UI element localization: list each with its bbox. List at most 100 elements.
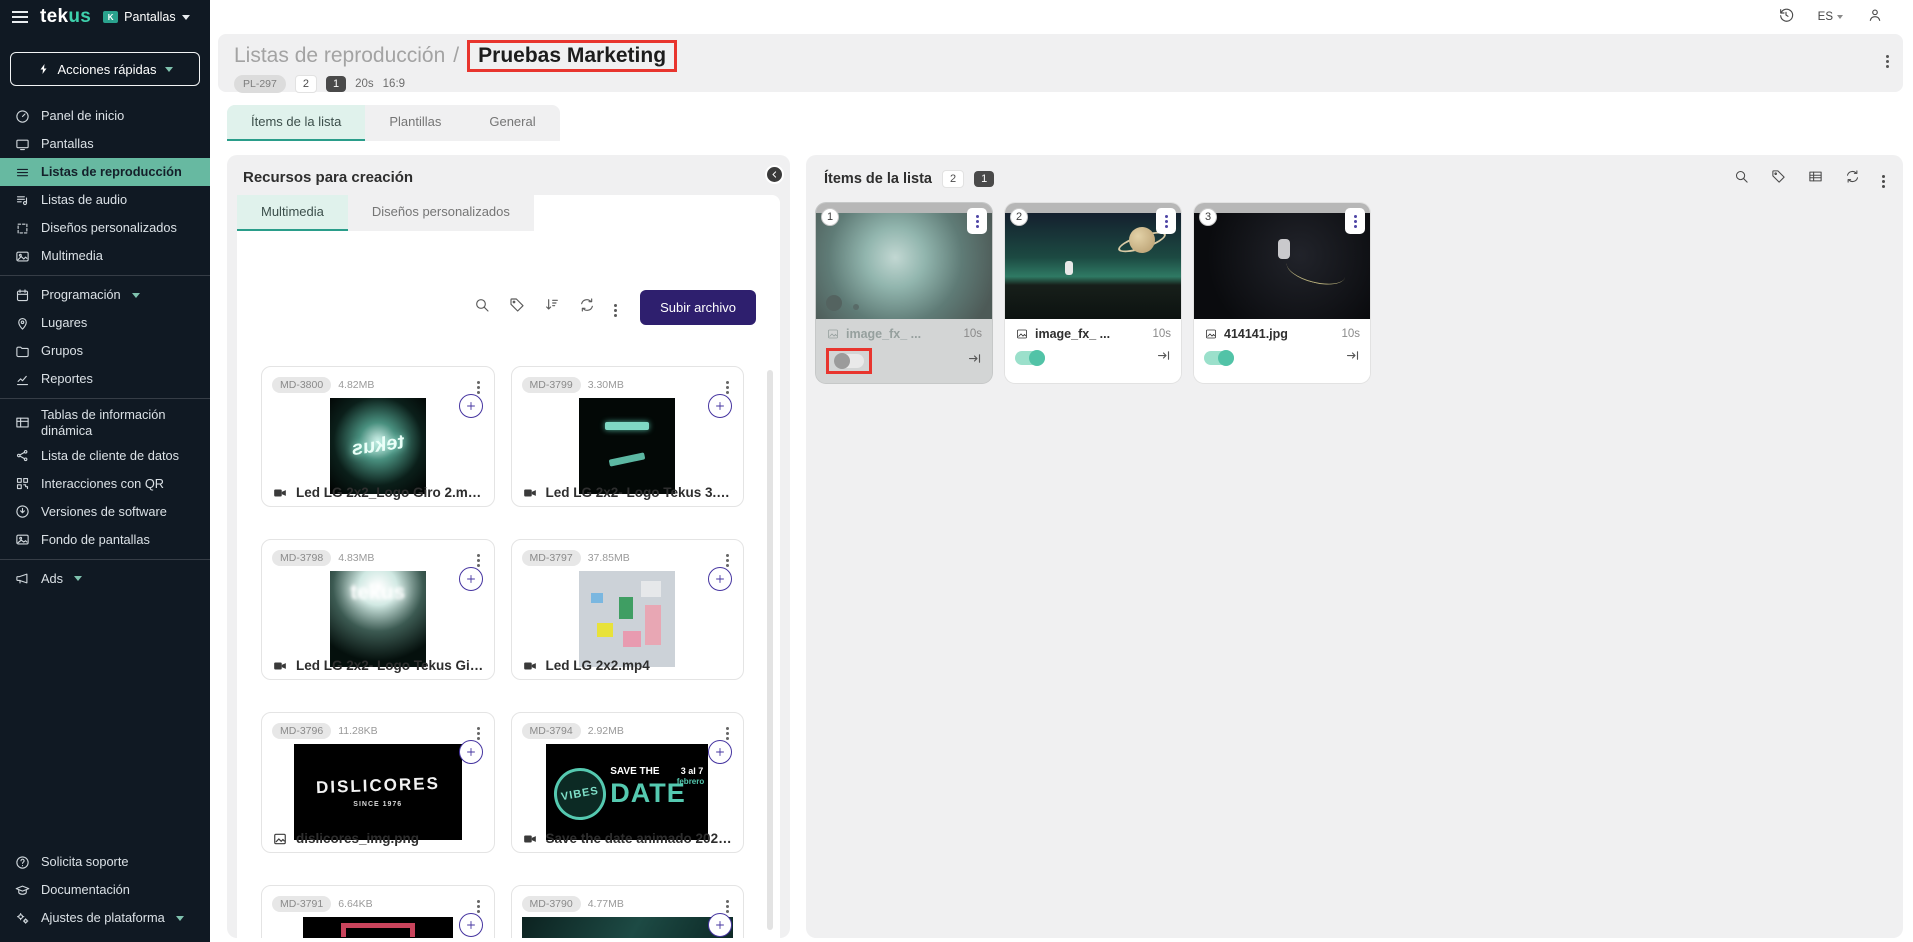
quick-actions-button[interactable]: Acciones rápidas bbox=[10, 52, 200, 86]
tab-disenos-personalizados[interactable]: Diseños personalizados bbox=[348, 195, 534, 231]
table-view-icon[interactable] bbox=[1808, 169, 1823, 189]
kebab-icon[interactable] bbox=[473, 374, 484, 396]
enable-toggle[interactable] bbox=[1204, 351, 1234, 365]
sidebar-item-interacciones-qr[interactable]: Interacciones con QR bbox=[0, 470, 210, 498]
kebab-icon[interactable] bbox=[722, 547, 733, 569]
media-id-badge: MD-3797 bbox=[522, 550, 581, 566]
search-icon[interactable] bbox=[474, 297, 490, 318]
kebab-icon[interactable] bbox=[967, 208, 987, 234]
sort-icon[interactable] bbox=[544, 297, 560, 318]
kebab-icon[interactable] bbox=[722, 374, 733, 396]
active-items-badge: 1 bbox=[974, 171, 994, 187]
playlist-panel-header: Ítems de la lista 2 1 bbox=[806, 155, 1903, 195]
add-to-list-button[interactable] bbox=[459, 394, 483, 418]
skip-to-item-icon[interactable] bbox=[1345, 348, 1360, 368]
sidebar-item-ajustes-plataforma[interactable]: Ajustes de plataforma bbox=[0, 904, 210, 932]
media-card[interactable]: MD-379737.85MB Led LG 2x2.mp4 bbox=[511, 539, 745, 680]
media-name: Save the date animado 2025.m... bbox=[546, 831, 734, 846]
kebab-icon[interactable] bbox=[473, 547, 484, 569]
media-card[interactable]: MD-37942.92MB VIBESSAVE THEDATE3 al 7feb… bbox=[511, 712, 745, 853]
add-to-list-button[interactable] bbox=[708, 913, 732, 937]
main-area: ES Listas de reproducción / Pruebas Mark… bbox=[210, 0, 1913, 942]
media-card[interactable]: MD-37904.77MB TecnologíatekusInnova bbox=[511, 885, 745, 938]
tab-multimedia[interactable]: Multimedia bbox=[237, 195, 348, 231]
sidebar-item-solicita-soporte[interactable]: Solicita soporte bbox=[0, 848, 210, 876]
playlist-item-card[interactable]: 3 414141.jpg 10s bbox=[1194, 203, 1370, 383]
add-to-list-button[interactable] bbox=[708, 394, 732, 418]
tab-general[interactable]: General bbox=[465, 105, 559, 141]
sidebar-item-fondo-pantallas[interactable]: Fondo de pantallas bbox=[0, 526, 210, 554]
breadcrumb-current annotation-box-breadcrumb: Pruebas Marketing bbox=[467, 40, 677, 72]
kebab-icon[interactable] bbox=[722, 720, 733, 742]
enable-toggle[interactable] bbox=[1015, 351, 1045, 365]
skip-to-item-icon[interactable] bbox=[967, 351, 982, 371]
media-card[interactable]: MD-37984.83MB tekus Led LG 2x2- Logo Tek… bbox=[261, 539, 495, 680]
user-icon[interactable] bbox=[1867, 7, 1883, 28]
audio-list-icon bbox=[14, 192, 30, 208]
sidebar-item-grupos[interactable]: Grupos bbox=[0, 337, 210, 365]
kebab-icon[interactable] bbox=[473, 893, 484, 915]
playlist-item-card[interactable]: 1 image_fx_ ... 10s bbox=[816, 203, 992, 383]
sidebar-item-tablas-informacion-dinamica[interactable]: Tablas de información dinámica bbox=[0, 404, 210, 442]
history-icon[interactable] bbox=[1778, 7, 1794, 28]
sidebar-item-lista-cliente-datos[interactable]: Lista de cliente de datos bbox=[0, 442, 210, 470]
chevron-down-icon bbox=[182, 15, 190, 20]
tag-icon[interactable] bbox=[1771, 169, 1786, 189]
add-to-list-button[interactable] bbox=[459, 567, 483, 591]
sidebar-item-listas-de-audio[interactable]: Listas de audio bbox=[0, 186, 210, 214]
enable-toggle[interactable] bbox=[834, 354, 864, 368]
kebab-icon[interactable] bbox=[614, 299, 617, 317]
drag-handle[interactable] bbox=[816, 203, 992, 213]
tab-items-de-la-lista[interactable]: Ítems de la lista bbox=[227, 105, 365, 141]
media-card[interactable]: MD-379611.28KB DISLICORESSINCE 1976 disl… bbox=[261, 712, 495, 853]
item-duration: 10s bbox=[1341, 328, 1360, 340]
language-selector[interactable]: ES bbox=[1818, 11, 1843, 23]
header-kebab-icon[interactable] bbox=[1886, 50, 1889, 68]
kebab-icon[interactable] bbox=[473, 720, 484, 742]
help-icon bbox=[14, 854, 30, 870]
drag-handle[interactable] bbox=[1005, 203, 1181, 213]
kebab-icon[interactable] bbox=[1882, 170, 1885, 188]
sidebar-item-multimedia[interactable]: Multimedia bbox=[0, 242, 210, 270]
sidebar-item-ads[interactable]: Ads bbox=[0, 565, 210, 593]
sidebar-item-programacion[interactable]: Programación bbox=[0, 281, 210, 309]
upload-file-button[interactable]: Subir archivo bbox=[640, 290, 756, 325]
skip-to-item-icon[interactable] bbox=[1156, 348, 1171, 368]
calendar-icon bbox=[14, 287, 30, 303]
image-file-icon bbox=[1204, 328, 1218, 340]
add-to-list-button[interactable] bbox=[459, 913, 483, 937]
search-icon[interactable] bbox=[1734, 169, 1749, 189]
sidebar-item-panel-de-inicio[interactable]: Panel de inicio bbox=[0, 102, 210, 130]
scrollbar[interactable] bbox=[767, 370, 773, 930]
media-id-badge: MD-3798 bbox=[272, 550, 331, 566]
collapse-panel-button[interactable] bbox=[765, 165, 784, 184]
hamburger-menu-icon[interactable] bbox=[12, 11, 28, 23]
add-to-list-button[interactable] bbox=[708, 740, 732, 764]
chevron-left-icon bbox=[770, 170, 779, 179]
kebab-icon[interactable] bbox=[722, 893, 733, 915]
media-card[interactable]: MD-38004.82MB tekus Led LG 2x2_Logo Giro… bbox=[261, 366, 495, 507]
media-card[interactable]: MD-37993.30MB Led LG 2x2- Logo Tekus 3.m… bbox=[511, 366, 745, 507]
sidebar-item-reportes[interactable]: Reportes bbox=[0, 365, 210, 393]
sidebar-item-documentacion[interactable]: Documentación bbox=[0, 876, 210, 904]
tab-plantillas[interactable]: Plantillas bbox=[365, 105, 465, 141]
sidebar-item-versiones-software[interactable]: Versiones de software bbox=[0, 498, 210, 526]
media-size: 2.92MB bbox=[588, 725, 624, 737]
playlist-item-card[interactable]: 2 image_fx_ ... 10s bbox=[1005, 203, 1181, 383]
sidebar-item-disenos-personalizados[interactable]: Diseños personalizados bbox=[0, 214, 210, 242]
breadcrumb-parent[interactable]: Listas de reproducción bbox=[234, 44, 445, 68]
add-to-list-button[interactable] bbox=[459, 740, 483, 764]
playlist-cards: 1 image_fx_ ... 10s bbox=[806, 195, 1903, 383]
refresh-icon[interactable] bbox=[579, 297, 595, 318]
media-card[interactable]: MD-37916.64KB tekus bbox=[261, 885, 495, 938]
sidebar-item-lugares[interactable]: Lugares bbox=[0, 309, 210, 337]
sidebar-item-listas-de-reproduccion[interactable]: Listas de reproducción bbox=[0, 158, 210, 186]
tag-icon[interactable] bbox=[509, 297, 525, 318]
refresh-icon[interactable] bbox=[1845, 169, 1860, 189]
screens-selector[interactable]: K Pantallas bbox=[103, 10, 189, 24]
add-to-list-button[interactable] bbox=[708, 567, 732, 591]
kebab-icon[interactable] bbox=[1156, 208, 1176, 234]
kebab-icon[interactable] bbox=[1345, 208, 1365, 234]
drag-handle[interactable] bbox=[1194, 203, 1370, 213]
sidebar-item-pantallas[interactable]: Pantallas bbox=[0, 130, 210, 158]
